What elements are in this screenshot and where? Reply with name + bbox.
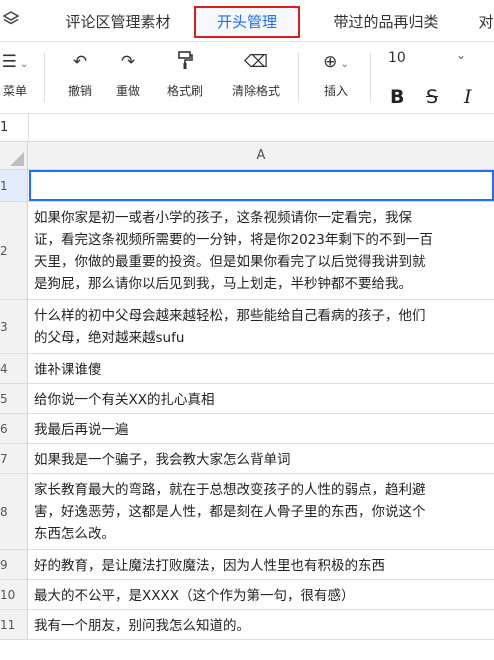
clear-format-label: 清除格式 — [231, 84, 280, 98]
format-painter-label: 格式刷 — [166, 84, 203, 98]
undo-button[interactable]: ↶ 撤销 — [60, 50, 100, 99]
row-header[interactable]: 10 — [0, 580, 28, 609]
tab-opening-management[interactable]: 开头管理 — [194, 6, 300, 38]
row-header[interactable]: 2 — [0, 202, 28, 299]
row-number: 8 — [0, 504, 8, 519]
toolbar-divider — [44, 52, 45, 102]
table-row[interactable]: 2 如果你家是初一或者小学的孩子，这条视频请你一定看完，我保 证，看完这条视频所… — [0, 202, 494, 300]
table-row[interactable]: 5 给你说一个有关XX的扎心真相 — [0, 384, 494, 414]
tab-reclassify-products[interactable]: 带过的品再归类 — [318, 6, 454, 38]
undo-icon: ↶ — [72, 52, 88, 72]
cell-a6[interactable]: 我最后再说一遍 — [29, 414, 494, 443]
redo-button[interactable]: ↷ 重做 — [108, 50, 148, 99]
spreadsheet-grid: A 1 2 如果你家是初一或者小学的孩子，这条视频请你一定看完，我保 证，看完这… — [0, 142, 494, 660]
cell-a5[interactable]: 给你说一个有关XX的扎心真相 — [29, 384, 494, 413]
italic-button[interactable]: I — [464, 86, 472, 108]
row-number: 9 — [0, 557, 8, 572]
table-row[interactable]: 4 谁补课谁傻 — [0, 354, 494, 384]
plus-circle-icon: ⊕ ⌄ — [323, 52, 349, 72]
chevron-down-icon[interactable]: ⌄ — [456, 48, 466, 62]
format-painter-icon — [160, 50, 210, 74]
menu-button[interactable]: ☰ ⌄ 菜单 — [0, 50, 30, 99]
column-header-a[interactable]: A — [28, 142, 494, 170]
table-row[interactable]: 1 — [0, 170, 494, 202]
row-number: 7 — [0, 451, 8, 466]
cell-a4[interactable]: 谁补课谁傻 — [29, 354, 494, 383]
rows-container: 1 2 如果你家是初一或者小学的孩子，这条视频请你一定看完，我保 证，看完这条视… — [0, 170, 494, 640]
table-row[interactable]: 8 家长教育最大的弯路，就在于总想改变孩子的人性的弱点，趋利避 害，好逸恶劳，这… — [0, 474, 494, 550]
cell-a1[interactable] — [29, 170, 494, 201]
toolbar-divider — [298, 52, 299, 102]
row-number: 6 — [0, 421, 8, 436]
undo-label: 撤销 — [67, 84, 92, 98]
row-header[interactable]: 4 — [0, 354, 28, 383]
row-number: 1 — [0, 178, 8, 193]
row-header[interactable]: 7 — [0, 444, 28, 473]
table-row[interactable]: 7 如果我是一个骗子，我会教大家怎么背单词 — [0, 444, 494, 474]
cell-a2[interactable]: 如果你家是初一或者小学的孩子，这条视频请你一定看完，我保 证，看完这条视频所需要… — [29, 202, 494, 299]
clear-format-button[interactable]: ⌫ 清除格式 — [224, 50, 288, 99]
row-header[interactable]: 5 — [0, 384, 28, 413]
tab-partial[interactable]: 对 — [478, 6, 494, 38]
toolbar-divider — [370, 52, 371, 102]
cell-a11[interactable]: 我有一个朋友，别问我怎么知道的。 — [29, 610, 494, 639]
formula-bar: 1 — [0, 114, 494, 142]
table-row[interactable]: 6 我最后再说一遍 — [0, 414, 494, 444]
select-all-corner[interactable] — [0, 142, 28, 170]
tab-comment-materials[interactable]: 评论区管理素材 — [54, 6, 182, 38]
table-row[interactable]: 10 最大的不公平，是XXXX（这个作为第一句，很有感） — [0, 580, 494, 610]
row-number: 10 — [0, 587, 16, 602]
insert-button[interactable]: ⊕ ⌄ 插入 — [314, 50, 358, 99]
sheet-tab-bar: 评论区管理素材 开头管理 带过的品再归类 对 — [0, 0, 494, 42]
menu-label: 菜单 — [2, 84, 27, 98]
eraser-icon: ⌫ — [243, 52, 269, 72]
row-number: 11 — [0, 617, 16, 632]
cell-a7[interactable]: 如果我是一个骗子，我会教大家怎么背单词 — [29, 444, 494, 473]
insert-label: 插入 — [323, 84, 348, 98]
cell-a10[interactable]: 最大的不公平，是XXXX（这个作为第一句，很有感） — [29, 580, 494, 609]
format-painter-button[interactable]: 格式刷 — [160, 50, 210, 99]
table-row[interactable]: 3 什么样的初中父母会越来越轻松，那些能给自己看病的孩子，他们 的父母，绝对越来… — [0, 300, 494, 354]
row-header[interactable]: 1 — [0, 170, 28, 201]
row-number: 2 — [0, 243, 8, 258]
redo-icon: ↷ — [120, 52, 136, 72]
toolbar: ☰ ⌄ 菜单 ↶ 撤销 ↷ 重做 格式刷 ⌫ 清除格式 ⊕ ⌄ 插入 10 ⌄ … — [0, 42, 494, 114]
row-header[interactable]: 9 — [0, 550, 28, 579]
cell-a9[interactable]: 好的教育，是让魔法打败魔法，因为人性里也有积极的东西 — [29, 550, 494, 579]
row-header[interactable]: 8 — [0, 474, 28, 549]
corner-triangle-icon — [10, 152, 24, 166]
strikethrough-button[interactable]: S — [426, 86, 438, 108]
row-header[interactable]: 11 — [0, 610, 28, 639]
table-row[interactable]: 11 我有一个朋友，别问我怎么知道的。 — [0, 610, 494, 640]
row-number: 5 — [0, 391, 8, 406]
cell-a8[interactable]: 家长教育最大的弯路，就在于总想改变孩子的人性的弱点，趋利避 害，好逸恶劳，这都是… — [29, 474, 494, 549]
row-number: 3 — [0, 319, 8, 334]
layers-icon[interactable] — [2, 10, 22, 30]
row-header[interactable]: 6 — [0, 414, 28, 443]
redo-label: 重做 — [115, 84, 140, 98]
cell-reference[interactable]: 1 — [0, 120, 8, 135]
menu-icon: ☰ ⌄ — [1, 52, 29, 72]
row-header[interactable]: 3 — [0, 300, 28, 353]
table-row[interactable]: 9 好的教育，是让魔法打败魔法，因为人性里也有积极的东西 — [0, 550, 494, 580]
bold-button[interactable]: B — [390, 86, 404, 108]
formula-divider — [28, 114, 29, 142]
cell-a3[interactable]: 什么样的初中父母会越来越轻松，那些能给自己看病的孩子，他们 的父母，绝对越来越s… — [29, 300, 494, 353]
font-size-select[interactable]: 10 — [388, 50, 406, 66]
row-number: 4 — [0, 361, 8, 376]
